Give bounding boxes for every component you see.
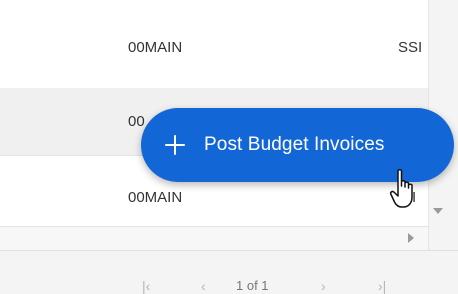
horizontal-scrollbar[interactable] [0, 226, 428, 251]
previous-page-icon[interactable]: ‹ [201, 278, 206, 294]
scroll-down-arrow-icon[interactable] [433, 208, 443, 214]
cell-code: SSI [398, 39, 423, 56]
scroll-right-arrow-icon[interactable] [408, 233, 414, 243]
cell-entity: 00MAIN [128, 39, 183, 56]
hand-pointer-icon [389, 169, 413, 208]
next-page-icon[interactable]: › [321, 278, 326, 294]
pagination-bar [0, 250, 458, 292]
last-page-icon[interactable]: ›| [378, 278, 386, 294]
post-budget-invoices-label: Post Budget Invoices [204, 134, 385, 155]
table-row[interactable]: 00MAIN SSI [0, 0, 428, 89]
plus-icon [165, 135, 185, 155]
cell-entity: 00MAIN [128, 189, 183, 206]
first-page-icon[interactable]: |‹ [142, 278, 150, 294]
cell-entity: 00 [128, 113, 145, 130]
